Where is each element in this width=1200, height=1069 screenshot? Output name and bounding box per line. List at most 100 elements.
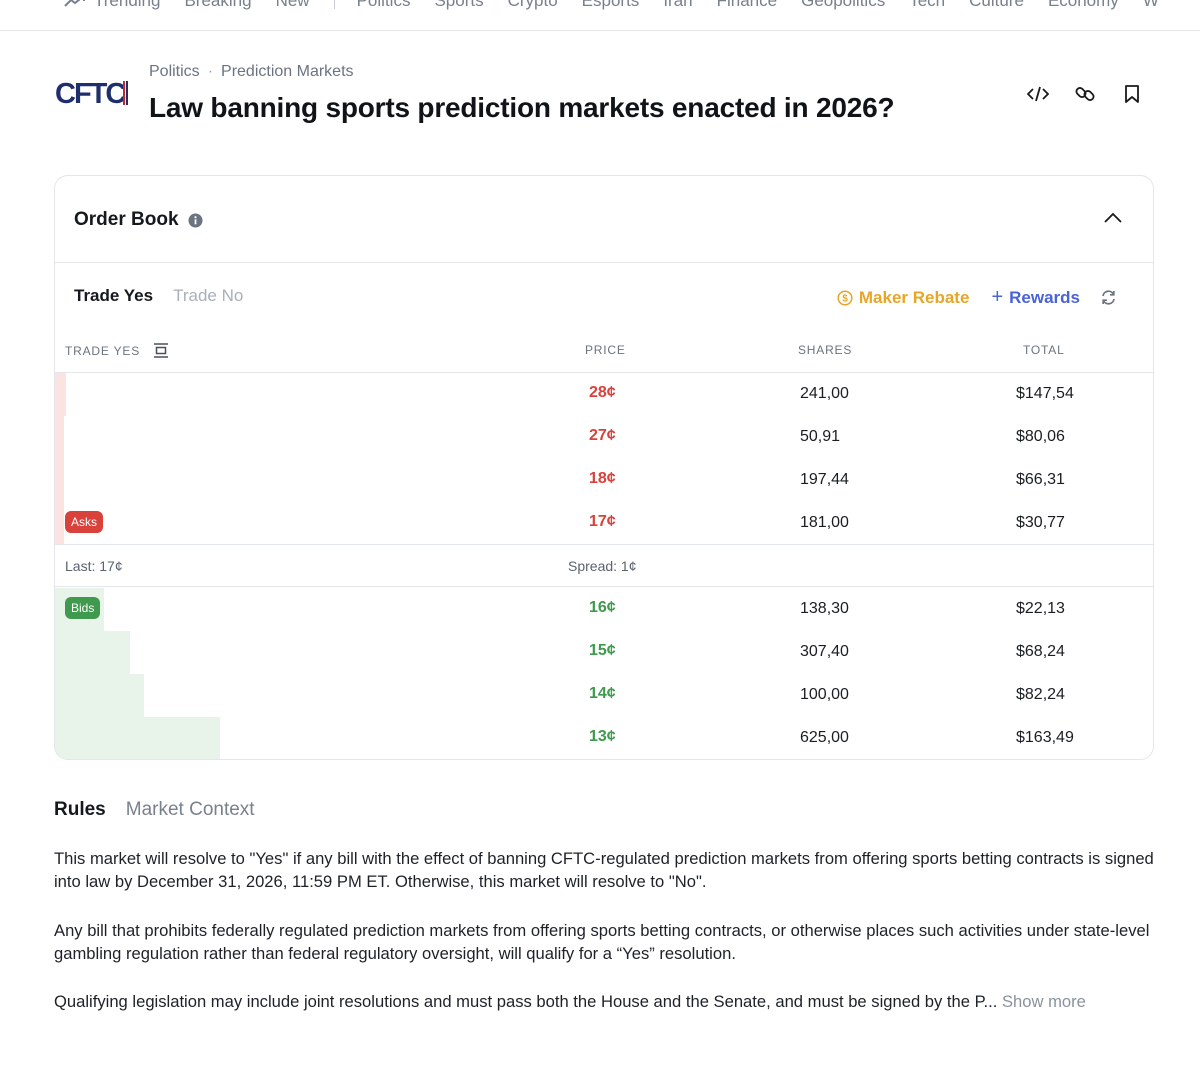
nav-item-breaking[interactable]: Breaking	[184, 0, 251, 11]
collapse-button[interactable]	[1101, 206, 1125, 230]
ask-shares: 50,91	[800, 428, 841, 445]
ask-row[interactable]: 28¢ 241,00 $147,54	[55, 373, 1153, 416]
bids-badge: Bids	[65, 597, 101, 619]
tab-trade-yes[interactable]: Trade Yes	[74, 286, 153, 306]
show-more-link[interactable]: Show more	[1002, 992, 1086, 1011]
nav-item-iran[interactable]: Iran	[663, 0, 692, 11]
center-align-icon[interactable]	[154, 343, 168, 358]
ask-total: $30,77	[1016, 514, 1065, 531]
bid-total: $82,24	[1016, 686, 1065, 703]
bid-row[interactable]: 13¢ 625,00 $163,49	[55, 717, 1153, 759]
ask-price: 18¢	[589, 470, 616, 487]
bid-shares: 138,30	[800, 600, 849, 617]
nav-item-finance[interactable]: Finance	[717, 0, 777, 11]
nav-item-culture[interactable]: Culture	[969, 0, 1024, 11]
last-price: Last: 17¢	[65, 558, 123, 574]
ask-shares: 197,44	[800, 471, 849, 488]
depth-bar	[55, 502, 64, 545]
nav-item-sports[interactable]: Sports	[434, 0, 483, 11]
depth-bar	[55, 631, 130, 674]
nav-item-geopolitics[interactable]: Geopolitics	[801, 0, 885, 11]
ask-total: $147,54	[1016, 385, 1074, 402]
nav-item-politics[interactable]: Politics	[357, 0, 411, 11]
ask-shares: 241,00	[800, 385, 849, 402]
nav-item-economy[interactable]: Economy	[1048, 0, 1119, 11]
rules-tabs: Rules Market Context	[54, 799, 275, 821]
spread-value: Spread: 1¢	[568, 558, 637, 574]
code-icon	[1027, 86, 1049, 102]
bid-total: $22,13	[1016, 600, 1065, 617]
link-icon	[1075, 87, 1095, 101]
refresh-button[interactable]	[1100, 289, 1117, 306]
rules-paragraph-1: This market will resolve to "Yes" if any…	[54, 849, 1154, 891]
order-book-card: Order Book Trade Yes Trade No $ Maker Re…	[54, 175, 1154, 760]
tab-rules[interactable]: Rules	[54, 799, 106, 821]
rewards-label: Rewards	[1009, 287, 1080, 307]
order-book-header[interactable]: Order Book	[55, 176, 1153, 263]
asks-badge: Asks	[65, 511, 104, 533]
maker-rebate-link[interactable]: $ Maker Rebate	[837, 287, 970, 308]
bid-shares: 307,40	[800, 643, 849, 660]
breadcrumb: Politics · Prediction Markets	[149, 63, 354, 81]
order-book-title-text: Order Book	[74, 209, 179, 230]
depth-bar	[55, 459, 64, 502]
maker-rebate-label: Maker Rebate	[858, 287, 970, 307]
nav-item-tech[interactable]: Tech	[909, 0, 945, 11]
bid-price: 14¢	[589, 685, 616, 702]
refresh-icon	[1102, 290, 1115, 305]
bid-shares: 100,00	[800, 686, 849, 703]
order-book-tools: $ Maker Rebate + Rewards	[837, 286, 1117, 309]
rules-paragraph-3-text: Qualifying legislation may include joint…	[54, 992, 998, 1011]
bid-total: $68,24	[1016, 643, 1065, 660]
embed-button[interactable]	[1024, 80, 1052, 108]
tab-trade-no[interactable]: Trade No	[173, 286, 243, 306]
ask-price: 28¢	[589, 384, 616, 401]
copy-link-button[interactable]	[1071, 80, 1099, 108]
bookmark-button[interactable]	[1118, 80, 1146, 108]
header-actions	[1024, 80, 1165, 108]
trending-icon	[64, 0, 86, 8]
nav-item-label: Trending	[94, 0, 161, 10]
ask-row[interactable]: 17¢ 181,00 $30,77	[55, 502, 1153, 545]
nav-item-esports[interactable]: Esports	[582, 0, 640, 11]
tab-market-context[interactable]: Market Context	[126, 799, 255, 821]
rewards-link[interactable]: + Rewards	[991, 286, 1080, 309]
trade-tabs: Trade Yes Trade No	[74, 286, 263, 306]
coin-icon: $	[837, 289, 853, 306]
bid-row[interactable]: 14¢ 100,00 $82,24	[55, 674, 1153, 717]
nav-items: Trending Breaking New Politics Sports Cr…	[64, 0, 1183, 11]
nav-item-new[interactable]: New	[276, 0, 310, 11]
breadcrumb-prediction-markets[interactable]: Prediction Markets	[221, 63, 354, 81]
svg-text:$: $	[842, 293, 848, 304]
nav-item-trending[interactable]: Trending	[64, 0, 160, 11]
column-header-label: TRADE YES	[65, 343, 140, 358]
column-header-price: PRICE	[585, 343, 626, 357]
info-icon[interactable]	[188, 213, 203, 228]
bid-price: 13¢	[589, 728, 616, 745]
bid-price: 15¢	[589, 642, 616, 659]
depth-bar	[55, 674, 144, 717]
rules-paragraph-3: Qualifying legislation may include joint…	[54, 990, 1154, 1013]
bid-row[interactable]: 16¢ 138,30 $22,13	[55, 588, 1153, 631]
page-title: Law banning sports prediction markets en…	[149, 92, 895, 123]
ask-row[interactable]: 18¢ 197,44 $66,31	[55, 459, 1153, 502]
ask-total: $80,06	[1016, 428, 1065, 445]
column-header-shares: SHARES	[798, 343, 853, 357]
breadcrumb-politics[interactable]: Politics	[149, 63, 200, 81]
rules-paragraph-2: Any bill that prohibits federally regula…	[54, 921, 1150, 963]
bid-row[interactable]: 15¢ 307,40 $68,24	[55, 631, 1153, 674]
column-header-trade-yes: TRADE YES	[65, 343, 168, 358]
nav-divider	[333, 0, 335, 9]
ask-row[interactable]: 27¢ 50,91 $80,06	[55, 416, 1153, 459]
svg-text:CFTC: CFTC	[55, 78, 126, 108]
spread-row: Last: 17¢ Spread: 1¢	[55, 544, 1153, 587]
depth-bar	[55, 416, 64, 459]
nav-item-crypto[interactable]: Crypto	[508, 0, 558, 11]
depth-bar	[55, 717, 220, 759]
top-nav: Trending Breaking New Politics Sports Cr…	[0, 0, 1200, 31]
column-header-total: TOTAL	[1023, 343, 1065, 357]
nav-item-weather[interactable]: W	[1143, 0, 1159, 11]
ask-shares: 181,00	[800, 514, 849, 531]
chevron-up-icon	[1104, 212, 1122, 223]
bid-price: 16¢	[589, 599, 616, 616]
